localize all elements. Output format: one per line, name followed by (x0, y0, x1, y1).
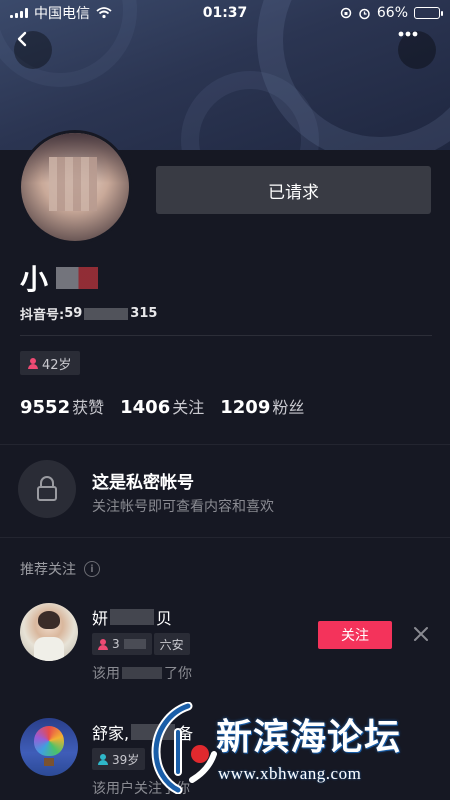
private-account-notice: 这是私密帐号 关注帐号即可查看内容和喜欢 (0, 446, 450, 536)
female-icon (98, 638, 108, 650)
profile-avatar[interactable] (18, 130, 132, 244)
name-mosaic (110, 609, 155, 625)
douyin-id-mosaic (84, 307, 129, 320)
lock-icon (37, 476, 57, 501)
lock-badge (18, 460, 76, 518)
requested-button[interactable]: 已请求 (156, 166, 431, 214)
age-tag: 42岁 (20, 351, 80, 375)
battery-icon (414, 7, 443, 19)
douyin-id: 抖音号: 59 315 (20, 304, 157, 323)
info-icon[interactable]: i (84, 561, 100, 577)
recommend-tags: 39岁 (92, 748, 146, 770)
profile-stats: 9552 获赞 1406 关注 1209 粉丝 (20, 394, 304, 418)
recommend-name[interactable]: 妍 贝 (92, 605, 172, 629)
private-title: 这是私密帐号 (92, 473, 194, 493)
avatar-mosaic (49, 157, 97, 211)
chevron-left-icon (17, 31, 27, 47)
recommend-avatar[interactable] (20, 718, 78, 776)
reason-mosaic (122, 667, 162, 679)
age-mosaic (123, 639, 146, 649)
more-button[interactable] (398, 31, 436, 69)
recommend-item[interactable]: 舒家, 备 39岁 该用户关注了你 (0, 718, 450, 800)
divider (20, 335, 432, 336)
douyin-id-label: 抖音号: (20, 308, 65, 323)
back-button[interactable] (14, 31, 52, 69)
stat-likes[interactable]: 9552 获赞 (20, 394, 104, 418)
recommend-tags: 3 六安 (92, 633, 190, 655)
stat-followers[interactable]: 1209 粉丝 (220, 394, 304, 418)
recommend-header: 推荐关注 i (20, 559, 100, 579)
name-mosaic (131, 724, 176, 740)
age-tag: 39岁 (92, 748, 146, 770)
wifi-icon (96, 7, 112, 19)
status-bar: 中国电信 01:37 66% (0, 0, 450, 26)
douyin-id-prefix: 59 (64, 306, 83, 321)
battery-percent: 66% (376, 5, 408, 21)
recommend-reason: 该用户关注了你 (92, 781, 190, 797)
recommend-name[interactable]: 舒家, 备 (92, 720, 193, 744)
private-subtitle: 关注帐号即可查看内容和喜欢 (92, 499, 274, 515)
more-dots-icon (398, 31, 418, 37)
douyin-id-suffix: 315 (130, 306, 158, 321)
recommend-item[interactable]: 妍 贝 3 六安 该用 了你 关注 (0, 603, 450, 703)
profile-nickname: 小 (20, 258, 113, 298)
recommend-reason: 该用 了你 (92, 666, 192, 682)
carrier-label: 中国电信 (34, 6, 90, 22)
signal-icon (10, 8, 28, 18)
recommend-avatar[interactable] (20, 603, 78, 661)
section-divider (0, 537, 450, 538)
female-icon (28, 357, 38, 369)
alarm-icon (359, 8, 370, 19)
section-divider (0, 444, 450, 445)
clock: 01:37 (202, 5, 248, 21)
close-icon[interactable] (412, 625, 430, 643)
age-text: 42岁 (42, 357, 72, 373)
nickname-text: 小 (20, 263, 51, 296)
follow-button[interactable]: 关注 (318, 621, 392, 649)
recommend-title: 推荐关注 (20, 562, 76, 578)
nickname-mosaic (56, 267, 113, 289)
rotation-lock-icon (340, 7, 352, 19)
male-icon (98, 753, 108, 765)
location-tag: 六安 (153, 633, 190, 655)
stat-following[interactable]: 1406 关注 (120, 394, 204, 418)
age-tag: 3 (92, 633, 152, 655)
